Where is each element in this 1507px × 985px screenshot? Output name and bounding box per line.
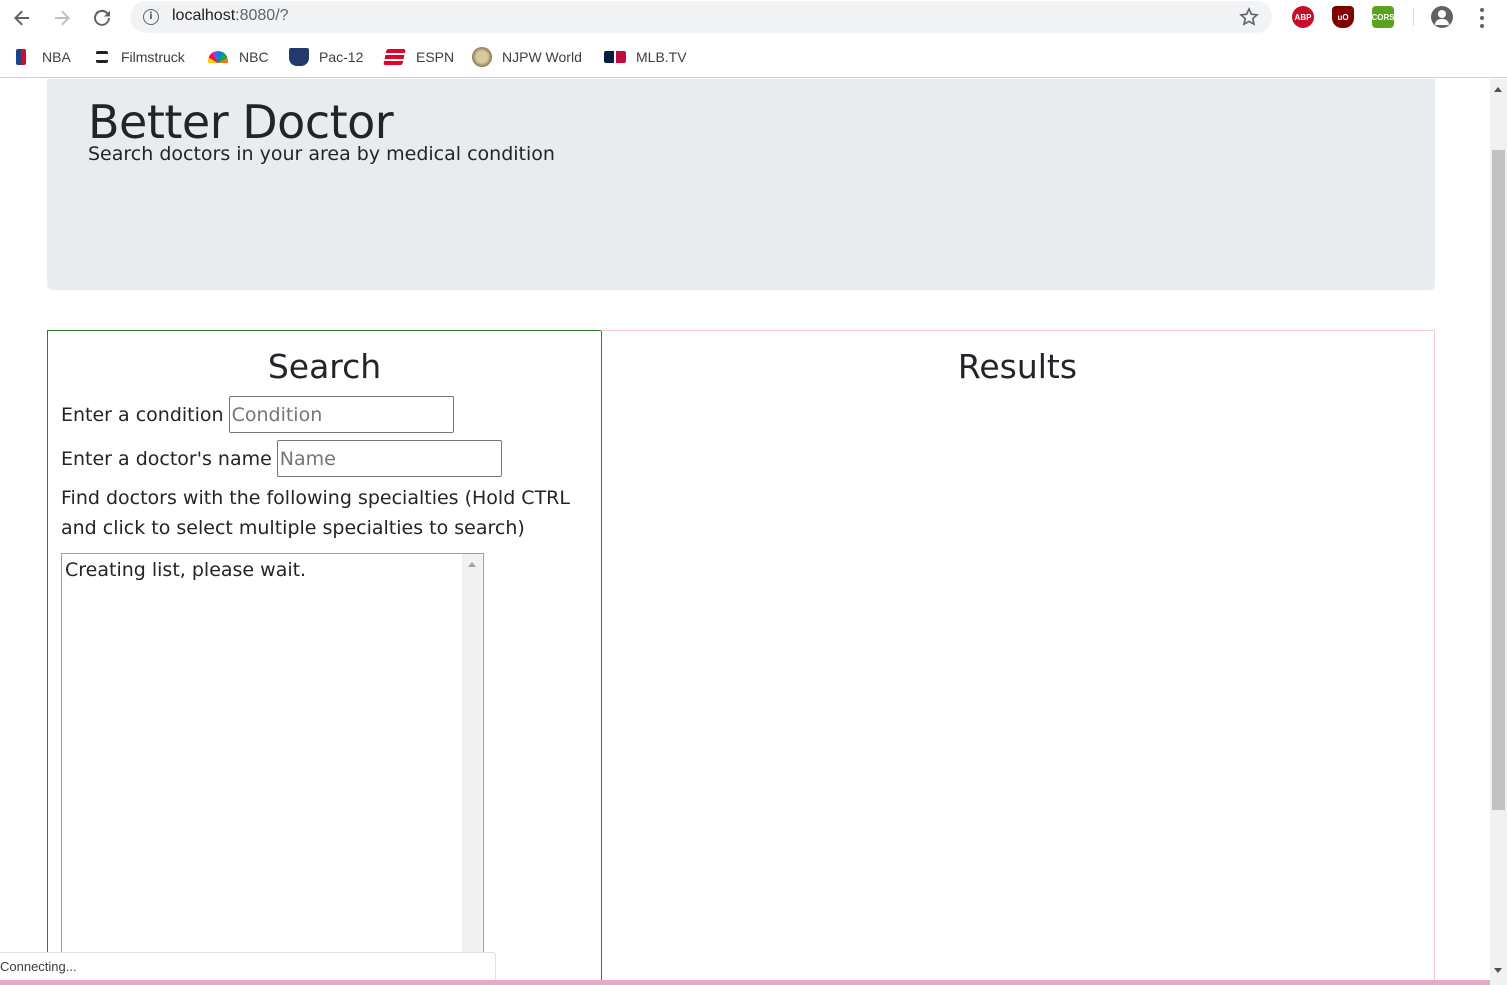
- reload-button[interactable]: [88, 4, 116, 32]
- nba-logo-icon: [16, 49, 26, 65]
- doctor-name-input[interactable]: [276, 440, 502, 477]
- specialties-option[interactable]: Creating list, please wait.: [65, 559, 306, 581]
- bookmark-label: Filmstruck: [121, 49, 185, 65]
- bookmark-njpw-world[interactable]: NJPW World: [472, 47, 582, 67]
- bookmark-label: NBA: [42, 49, 71, 65]
- browser-toolbar: i localhost:8080/? ABP uO CORS: [0, 0, 1507, 36]
- bottom-strip: [0, 980, 1490, 985]
- url-path: :8080/?: [235, 7, 289, 24]
- bookmark-label: NJPW World: [502, 49, 582, 65]
- filmstruck-logo-icon: [96, 51, 108, 63]
- bookmark-label: MLB.TV: [636, 49, 687, 65]
- star-icon: [1239, 7, 1259, 26]
- bookmark-label: NBC: [239, 49, 269, 65]
- forward-button[interactable]: [48, 4, 76, 32]
- header-jumbotron: Better Doctor Search doctors in your are…: [47, 79, 1435, 290]
- bookmark-mlbtv[interactable]: MLB.TV: [604, 47, 687, 67]
- bookmark-label: ESPN: [416, 49, 455, 65]
- condition-label: Enter a condition: [61, 403, 224, 426]
- specialties-select[interactable]: Creating list, please wait.: [61, 553, 484, 973]
- condition-row: Enter a condition: [61, 396, 454, 433]
- espn-logo-icon: [383, 49, 406, 65]
- url-text[interactable]: localhost:8080/?: [172, 7, 289, 25]
- url-host: localhost: [172, 7, 236, 24]
- scroll-up-arrow-icon[interactable]: [468, 562, 476, 567]
- page-title: Better Doctor: [88, 95, 394, 149]
- doctor-name-row: Enter a doctor's name: [61, 440, 502, 477]
- search-heading: Search: [267, 347, 382, 386]
- forward-arrow-icon: [55, 10, 70, 26]
- bookmark-star-button[interactable]: [1238, 6, 1260, 28]
- mlb-logo-icon: [604, 51, 626, 63]
- results-heading: Results: [957, 347, 1078, 386]
- scroll-down-arrow-icon[interactable]: [1494, 968, 1502, 973]
- search-panel: Search Enter a condition Enter a doctor'…: [47, 330, 602, 985]
- bookmark-nba[interactable]: NBA: [16, 47, 71, 67]
- doctor-name-label: Enter a doctor's name: [61, 447, 272, 470]
- bookmark-label: Pac-12: [319, 49, 364, 65]
- results-panel: Results: [601, 330, 1435, 985]
- nbc-peacock-icon: [208, 51, 228, 63]
- select-scrollbar[interactable]: [462, 554, 483, 972]
- address-bar[interactable]: i localhost:8080/?: [130, 1, 1272, 33]
- info-icon[interactable]: i: [143, 9, 159, 25]
- bookmark-pac12[interactable]: Pac-12: [289, 47, 363, 67]
- bookmarks-bar: NBA Filmstruck NBC Pac-12 ESPN NJPW Worl…: [0, 36, 1507, 78]
- page-scrollbar[interactable]: [1490, 79, 1507, 985]
- njpw-logo-icon: [472, 47, 492, 67]
- page-viewport: Better Doctor Search doctors in your are…: [0, 79, 1490, 985]
- reload-icon: [94, 9, 110, 26]
- status-bubble: Connecting...: [0, 952, 496, 980]
- scroll-thumb[interactable]: [1492, 150, 1505, 810]
- pac12-logo-icon: [289, 48, 309, 66]
- bookmark-nbc[interactable]: NBC: [208, 47, 269, 67]
- adblock-extension-icon[interactable]: ABP: [1292, 6, 1314, 28]
- bookmark-filmstruck[interactable]: Filmstruck: [96, 47, 185, 67]
- page-subtitle: Search doctors in your area by medical c…: [88, 143, 555, 165]
- back-button[interactable]: [8, 4, 36, 32]
- condition-input[interactable]: [228, 396, 454, 433]
- specialties-help-text: Find doctors with the following specialt…: [61, 487, 570, 539]
- profile-avatar-icon[interactable]: [1431, 6, 1453, 28]
- back-arrow-icon: [14, 10, 29, 26]
- bookmark-espn[interactable]: ESPN: [383, 47, 455, 67]
- toolbar-divider: [1413, 8, 1414, 26]
- ublock-extension-icon[interactable]: uO: [1332, 6, 1354, 28]
- scroll-up-arrow-icon[interactable]: [1494, 87, 1502, 92]
- cors-extension-icon[interactable]: CORS: [1371, 6, 1395, 28]
- browser-menu-icon[interactable]: [1476, 8, 1488, 28]
